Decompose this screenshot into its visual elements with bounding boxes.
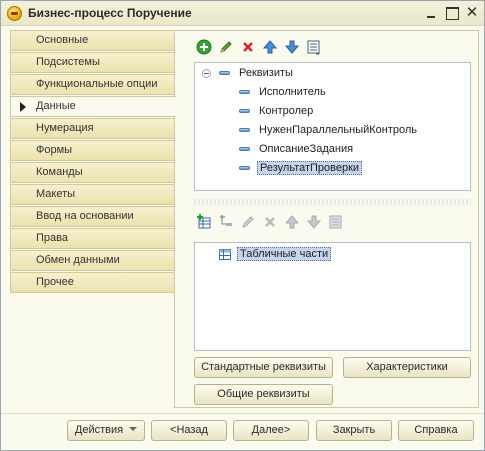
tree-node-label: Исполнитель bbox=[259, 86, 326, 98]
sidebar-item-forms[interactable]: Формы bbox=[10, 140, 174, 161]
sidebar-item-functional-options[interactable]: Функциональные опции bbox=[10, 74, 174, 95]
minimize-icon[interactable] bbox=[424, 5, 440, 21]
sidebar-item-label: Прочее bbox=[36, 276, 74, 288]
collapse-icon[interactable] bbox=[202, 69, 211, 78]
sidebar-item-subsystems[interactable]: Подсистемы bbox=[10, 52, 174, 73]
delete-icon-disabled bbox=[261, 213, 279, 231]
delete-icon[interactable] bbox=[239, 38, 257, 56]
tabular-sections-tree[interactable]: Табличные части bbox=[194, 242, 471, 351]
app-icon bbox=[7, 6, 22, 21]
add-column-icon[interactable] bbox=[217, 213, 235, 231]
tree-node-attribute[interactable]: НуженПараллельныйКонтроль bbox=[239, 121, 417, 139]
attribute-icon bbox=[239, 90, 250, 94]
add-icon[interactable] bbox=[195, 38, 213, 56]
divider bbox=[1, 413, 484, 414]
tree-node-label: ОписаниеЗадания bbox=[259, 143, 354, 155]
tabular-toolbar bbox=[195, 213, 355, 231]
table-icon bbox=[219, 248, 231, 260]
actions-button[interactable]: Действия bbox=[67, 420, 145, 441]
move-down-icon-disabled bbox=[305, 213, 323, 231]
standard-attributes-button[interactable]: Стандартные реквизиты bbox=[194, 357, 333, 378]
list-icon[interactable] bbox=[305, 38, 323, 56]
sidebar-item-label: Ввод на основании bbox=[36, 210, 134, 222]
sidebar-item-label: Функциональные опции bbox=[36, 78, 158, 90]
tree-node-tabular-sections[interactable]: Табличные части bbox=[219, 245, 332, 263]
sidebar-item-label: Права bbox=[36, 232, 68, 244]
tree-node-label: Реквизиты bbox=[239, 67, 293, 79]
tree-node-label: РезультатПроверки bbox=[257, 161, 363, 175]
add-table-icon[interactable] bbox=[195, 213, 213, 231]
active-arrow-icon bbox=[20, 102, 26, 112]
sidebar-item-input-based-on[interactable]: Ввод на основании bbox=[10, 206, 174, 227]
sidebar-item-label: Нумерация bbox=[36, 122, 94, 134]
sidebar-item-data[interactable]: Данные bbox=[10, 96, 176, 117]
close-icon[interactable]: ✕ bbox=[464, 5, 480, 21]
splitter[interactable] bbox=[194, 199, 471, 205]
attributes-tree[interactable]: Реквизиты Исполнитель Контролер НуженПар… bbox=[194, 62, 471, 191]
attribute-icon bbox=[239, 128, 250, 132]
sidebar-item-templates[interactable]: Макеты bbox=[10, 184, 174, 205]
sidebar-item-label: Подсистемы bbox=[36, 56, 100, 68]
move-up-icon[interactable] bbox=[261, 38, 279, 56]
tree-node-label: Табличные части bbox=[237, 247, 332, 261]
sidebar-item-label: Макеты bbox=[36, 188, 76, 200]
attribute-icon bbox=[239, 166, 250, 170]
tree-node-attributes-root[interactable]: Реквизиты bbox=[219, 64, 293, 82]
move-down-icon[interactable] bbox=[283, 38, 301, 56]
close-button[interactable]: Закрыть bbox=[316, 420, 392, 441]
sidebar-item-numbering[interactable]: Нумерация bbox=[10, 118, 174, 139]
back-button[interactable]: <Назад bbox=[151, 420, 227, 441]
tree-node-attribute[interactable]: ОписаниеЗадания bbox=[239, 140, 353, 158]
maximize-icon[interactable] bbox=[444, 5, 460, 21]
attribute-group-icon bbox=[219, 71, 230, 75]
sidebar-item-rights[interactable]: Права bbox=[10, 228, 174, 249]
sidebar-item-label: Обмен данными bbox=[36, 254, 120, 266]
tree-node-label: НуженПараллельныйКонтроль bbox=[259, 124, 418, 136]
attributes-toolbar bbox=[195, 38, 345, 56]
characteristics-button[interactable]: Характеристики bbox=[343, 357, 471, 378]
sidebar-item-label: Основные bbox=[36, 34, 89, 46]
sidebar-item-label: Формы bbox=[36, 144, 73, 156]
move-up-icon-disabled bbox=[283, 213, 301, 231]
attribute-icon bbox=[239, 147, 250, 151]
help-button[interactable]: Справка bbox=[398, 420, 474, 441]
sidebar-item-label: Данные bbox=[36, 100, 76, 112]
window-title: Бизнес-процесс Поручение bbox=[28, 6, 192, 20]
sidebar-item-label: Команды bbox=[36, 166, 83, 178]
actions-label: Действия bbox=[74, 424, 124, 436]
edit-icon-disabled bbox=[239, 213, 257, 231]
sidebar-item-data-exchange[interactable]: Обмен данными bbox=[10, 250, 174, 271]
edit-icon[interactable] bbox=[217, 38, 235, 56]
window: Бизнес-процесс Поручение ✕ Основные Подс… bbox=[0, 0, 485, 451]
sidebar-item-basic[interactable]: Основные bbox=[10, 30, 174, 51]
next-button[interactable]: Далее> bbox=[233, 420, 309, 441]
tree-node-label: Контролер bbox=[259, 105, 314, 117]
tree-node-attribute[interactable]: Контролер bbox=[239, 102, 313, 120]
sidebar-item-commands[interactable]: Команды bbox=[10, 162, 174, 183]
common-attributes-button[interactable]: Общие реквизиты bbox=[194, 384, 333, 405]
tree-node-attribute[interactable]: Исполнитель bbox=[239, 83, 326, 101]
attribute-icon bbox=[239, 109, 250, 113]
title-bar: Бизнес-процесс Поручение ✕ bbox=[1, 1, 484, 26]
tree-node-attribute-selected[interactable]: РезультатПроверки bbox=[239, 159, 363, 177]
sidebar-item-other[interactable]: Прочее bbox=[10, 272, 174, 293]
list-icon-disabled bbox=[327, 213, 345, 231]
chevron-down-icon bbox=[129, 427, 138, 431]
sidebar: Основные Подсистемы Функциональные опции… bbox=[10, 30, 176, 293]
